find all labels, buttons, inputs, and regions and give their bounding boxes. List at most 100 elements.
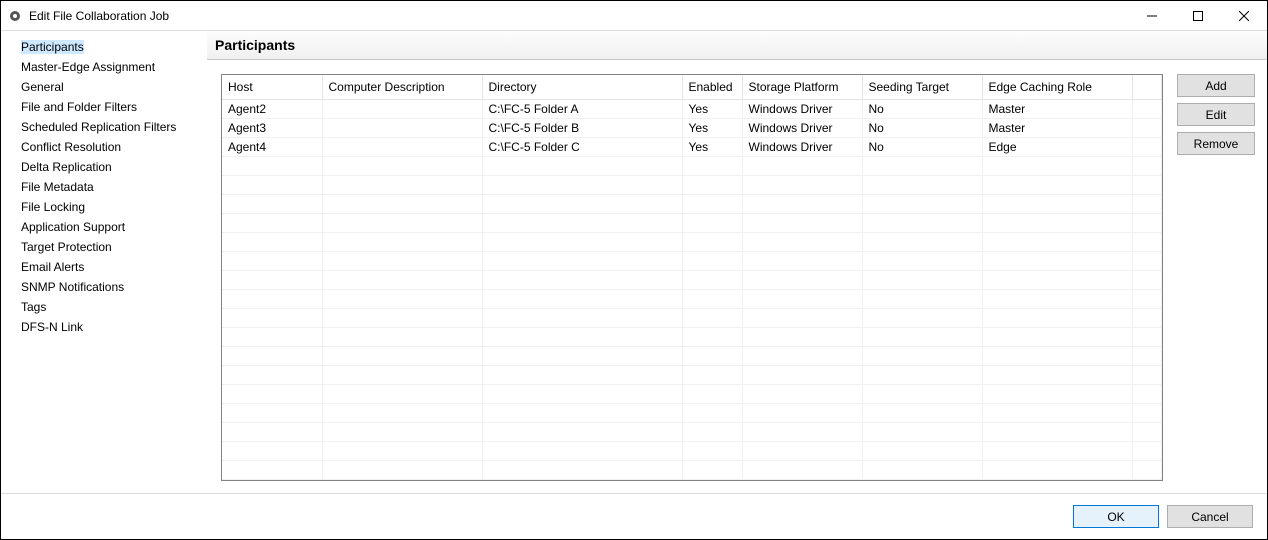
sidebar-item-label: Email Alerts xyxy=(21,260,84,274)
cell-spacer xyxy=(1132,118,1162,137)
cell-dir: C:\FC-5 Folder C xyxy=(482,137,682,156)
sidebar-item[interactable]: Participants xyxy=(1,37,207,57)
cell-host: Agent3 xyxy=(222,118,322,137)
sidebar-item[interactable]: Target Protection xyxy=(1,237,207,257)
table-row[interactable]: Agent3 C:\FC-5 Folder BYesWindows DriverN… xyxy=(222,118,1162,137)
col-header-seeding-target[interactable]: Seeding Target xyxy=(862,75,982,99)
sidebar-item-label: Target Protection xyxy=(21,240,112,254)
edit-button[interactable]: Edit xyxy=(1177,103,1255,126)
sidebar-item[interactable]: Email Alerts xyxy=(1,257,207,277)
participants-table[interactable]: Host Computer Description Directory Enab… xyxy=(221,74,1163,481)
table-row-empty xyxy=(222,403,1162,422)
add-button[interactable]: Add xyxy=(1177,74,1255,97)
sidebar-item-label: Master-Edge Assignment xyxy=(21,60,155,74)
sidebar: Participants Master-Edge Assignment Genera… xyxy=(1,31,207,493)
table-row-empty xyxy=(222,251,1162,270)
cell-enabled: Yes xyxy=(682,99,742,118)
sidebar-item-label: Scheduled Replication Filters xyxy=(21,120,176,134)
cell-host: Agent4 xyxy=(222,137,322,156)
table-row-empty xyxy=(222,346,1162,365)
cell-desc xyxy=(322,99,482,118)
col-header-directory[interactable]: Directory xyxy=(482,75,682,99)
table-row-empty xyxy=(222,213,1162,232)
table-row[interactable]: Agent2C:\FC-5 Folder AYesWindows DriverN… xyxy=(222,99,1162,118)
table-row-empty xyxy=(222,232,1162,251)
cell-dir: C:\FC-5 Folder A xyxy=(482,99,682,118)
table-row-empty xyxy=(222,175,1162,194)
page-title: Participants xyxy=(207,31,1267,60)
sidebar-item-label: Participants xyxy=(21,40,84,54)
sidebar-item[interactable]: File and Folder Filters xyxy=(1,97,207,117)
app-icon xyxy=(7,8,23,24)
cell-seeding: No xyxy=(862,99,982,118)
table-row-empty xyxy=(222,441,1162,460)
content-body: Host Computer Description Directory Enab… xyxy=(207,60,1267,493)
table-row-empty xyxy=(222,460,1162,479)
sidebar-item[interactable]: SNMP Notifications xyxy=(1,277,207,297)
table-row-empty xyxy=(222,327,1162,346)
sidebar-item[interactable]: Master-Edge Assignment xyxy=(1,57,207,77)
cell-storage: Windows Driver xyxy=(742,137,862,156)
table-row-empty xyxy=(222,422,1162,441)
sidebar-item-label: SNMP Notifications xyxy=(21,280,124,294)
maximize-button[interactable] xyxy=(1175,1,1221,30)
sidebar-item[interactable]: Scheduled Replication Filters xyxy=(1,117,207,137)
sidebar-item[interactable]: Delta Replication xyxy=(1,157,207,177)
sidebar-item[interactable]: DFS-N Link xyxy=(1,317,207,337)
cell-storage: Windows Driver xyxy=(742,99,862,118)
window-title: Edit File Collaboration Job xyxy=(29,9,169,23)
sidebar-item-label: DFS-N Link xyxy=(21,320,83,334)
sidebar-item-label: General xyxy=(21,80,64,94)
titlebar-left: Edit File Collaboration Job xyxy=(7,8,169,24)
minimize-button[interactable] xyxy=(1129,1,1175,30)
table-row-empty xyxy=(222,308,1162,327)
cell-enabled: Yes xyxy=(682,118,742,137)
ok-button[interactable]: OK xyxy=(1073,505,1159,528)
sidebar-item-label: File Metadata xyxy=(21,180,94,194)
cell-enabled: Yes xyxy=(682,137,742,156)
sidebar-item[interactable]: General xyxy=(1,77,207,97)
sidebar-item-label: File Locking xyxy=(21,200,85,214)
sidebar-item[interactable]: Application Support xyxy=(1,217,207,237)
cell-dir: C:\FC-5 Folder B xyxy=(482,118,682,137)
cell-desc xyxy=(322,118,482,137)
col-header-host[interactable]: Host xyxy=(222,75,322,99)
side-buttons: Add Edit Remove xyxy=(1177,74,1255,481)
body: Participants Master-Edge Assignment Genera… xyxy=(1,31,1267,493)
sidebar-item-label: Delta Replication xyxy=(21,160,112,174)
col-header-storage-platform[interactable]: Storage Platform xyxy=(742,75,862,99)
cell-spacer xyxy=(1132,99,1162,118)
titlebar: Edit File Collaboration Job xyxy=(1,1,1267,31)
sidebar-item-label: Application Support xyxy=(21,220,125,234)
titlebar-buttons xyxy=(1129,1,1267,30)
table-header-row: Host Computer Description Directory Enab… xyxy=(222,75,1162,99)
table-row-empty xyxy=(222,384,1162,403)
close-button[interactable] xyxy=(1221,1,1267,30)
sidebar-item-label: File and Folder Filters xyxy=(21,100,137,114)
cell-role: Master xyxy=(982,118,1132,137)
table-row-empty xyxy=(222,156,1162,175)
cancel-button[interactable]: Cancel xyxy=(1167,505,1253,528)
col-header-enabled[interactable]: Enabled xyxy=(682,75,742,99)
sidebar-item-label: Tags xyxy=(21,300,46,314)
cell-desc xyxy=(322,137,482,156)
cell-storage: Windows Driver xyxy=(742,118,862,137)
col-header-computer-desc[interactable]: Computer Description xyxy=(322,75,482,99)
sidebar-item[interactable]: File Locking xyxy=(1,197,207,217)
remove-button[interactable]: Remove xyxy=(1177,132,1255,155)
sidebar-item[interactable]: Tags xyxy=(1,297,207,317)
table-row-empty xyxy=(222,270,1162,289)
cell-spacer xyxy=(1132,137,1162,156)
sidebar-item[interactable]: File Metadata xyxy=(1,177,207,197)
table-row[interactable]: Agent4 C:\FC-5 Folder CYesWindows DriverN… xyxy=(222,137,1162,156)
sidebar-item-label: Conflict Resolution xyxy=(21,140,121,154)
table-row-empty xyxy=(222,365,1162,384)
cell-seeding: No xyxy=(862,118,982,137)
cell-role: Edge xyxy=(982,137,1132,156)
table-row-empty xyxy=(222,194,1162,213)
content: Participants Host Computer Description D… xyxy=(207,31,1267,493)
footer: OK Cancel xyxy=(1,493,1267,539)
col-header-edge-caching-role[interactable]: Edge Caching Role xyxy=(982,75,1132,99)
sidebar-item[interactable]: Conflict Resolution xyxy=(1,137,207,157)
cell-seeding: No xyxy=(862,137,982,156)
